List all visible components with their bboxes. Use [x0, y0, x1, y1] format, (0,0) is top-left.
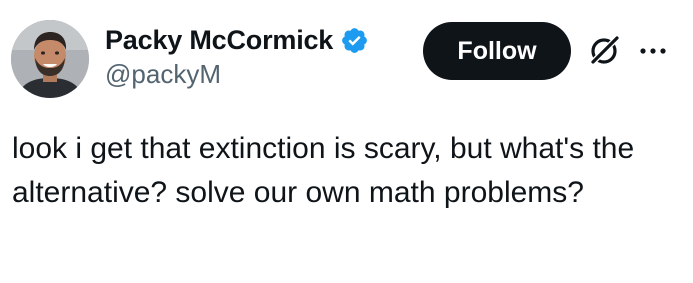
tweet-card: Packy McCormick @packyM Follow look i ge…: [0, 0, 693, 283]
avatar-image: [11, 20, 89, 98]
verified-badge-icon[interactable]: [340, 26, 369, 55]
more-options-icon[interactable]: [638, 38, 668, 64]
follow-button[interactable]: Follow: [423, 22, 571, 80]
author-display-name[interactable]: Packy McCormick: [105, 25, 333, 56]
grok-icon[interactable]: [587, 34, 621, 68]
author-name-row: Packy McCormick: [105, 20, 369, 60]
tweet-text: look i get that extinction is scary, but…: [12, 132, 635, 209]
author-avatar[interactable]: [11, 20, 89, 98]
author-handle[interactable]: @packyM: [105, 59, 221, 90]
